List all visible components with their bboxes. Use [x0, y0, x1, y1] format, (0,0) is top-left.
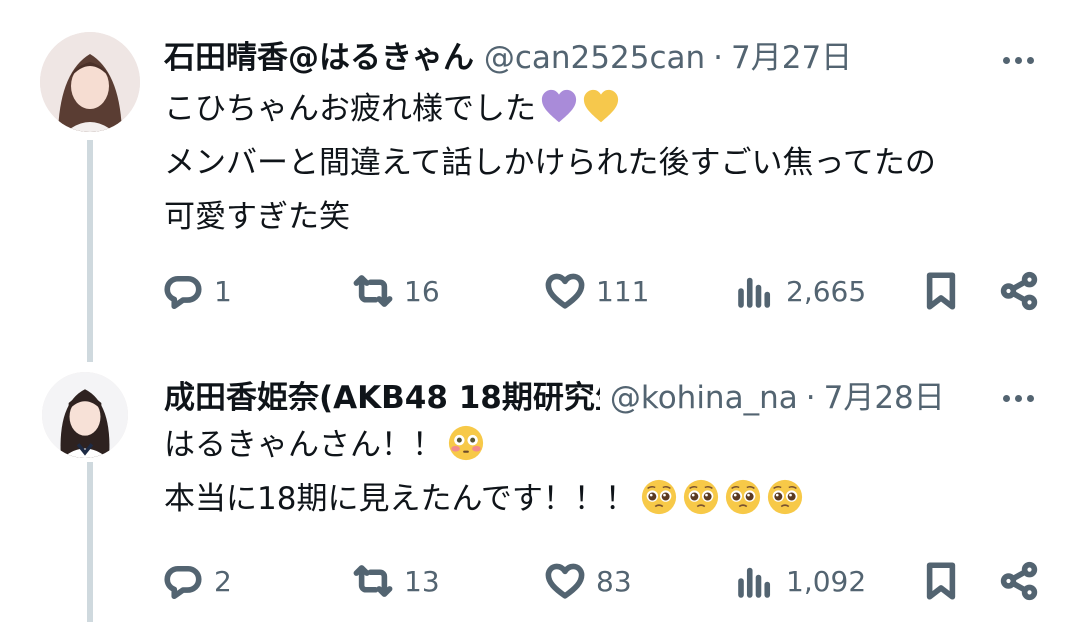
tweet-text-line-1: はるきゃんさん！！	[164, 427, 443, 463]
retweet-count: 13	[404, 564, 440, 598]
user-handle[interactable]: @kohina_na	[610, 380, 798, 416]
pleading-face-icon	[683, 479, 719, 515]
tweet-2[interactable]: 成田香姫奈(AKB48 18期研究生 @kohina_na · 7月28日 はるきゃ…	[0, 352, 1080, 622]
tweet-text: こひちゃんお疲れ様でした メンバーと間違えて話しかけられた後すごい焦ってたの 可…	[164, 82, 1040, 244]
share-icon	[1000, 271, 1038, 311]
avatar[interactable]	[42, 372, 128, 458]
share-button[interactable]	[998, 556, 1040, 606]
views-count: 1,092	[786, 564, 867, 598]
reply-count: 2	[214, 564, 232, 598]
separator-dot: ·	[805, 380, 816, 416]
bookmark-icon	[926, 272, 956, 310]
thread-line	[87, 462, 93, 622]
analytics-icon	[738, 277, 771, 308]
analytics-icon	[738, 567, 771, 598]
reply-icon	[164, 565, 202, 600]
share-icon	[1000, 561, 1038, 601]
reply-button[interactable]: 2	[162, 556, 232, 606]
reply-count: 1	[214, 274, 232, 308]
retweet-icon	[353, 275, 393, 307]
views-count: 2,665	[786, 274, 867, 308]
views-button[interactable]: 2,665	[734, 266, 866, 316]
like-count: 111	[596, 274, 650, 308]
heart-icon	[545, 563, 585, 599]
like-button[interactable]: 83	[544, 556, 632, 606]
bookmark-button[interactable]	[920, 556, 962, 606]
more-options-icon[interactable]	[1000, 42, 1036, 78]
tweet-date[interactable]: 7月27日	[731, 40, 852, 76]
views-button[interactable]: 1,092	[734, 556, 866, 606]
bookmark-icon	[926, 562, 956, 600]
purple-heart-icon	[541, 89, 577, 123]
action-bar: 1 16 111 2,665	[162, 266, 1040, 316]
retweet-button[interactable]: 16	[352, 266, 440, 316]
thread-line	[87, 140, 93, 362]
pleading-face-icon	[725, 479, 761, 515]
yellow-heart-icon	[583, 89, 619, 123]
reply-button[interactable]: 1	[162, 266, 232, 316]
user-handle[interactable]: @can2525can	[484, 40, 705, 76]
tweet-text-line-2: メンバーと間違えて話しかけられた後すごい焦ってたの	[164, 145, 936, 181]
avatar-photo	[42, 372, 128, 458]
tweet-date[interactable]: 7月28日	[824, 380, 945, 416]
retweet-count: 16	[404, 274, 440, 308]
more-options-icon[interactable]	[1000, 380, 1036, 416]
avatar-photo	[40, 32, 140, 132]
tweet-text: はるきゃんさん！！ 本当に18期に見えたんです！！！	[164, 418, 1040, 526]
tweet-header: 成田香姫奈(AKB48 18期研究生 @kohina_na · 7月28日	[164, 376, 960, 420]
share-button[interactable]	[998, 266, 1040, 316]
separator-dot: ·	[713, 40, 723, 76]
like-count: 83	[596, 564, 632, 598]
avatar[interactable]	[40, 32, 140, 132]
retweet-icon	[353, 565, 393, 597]
bookmark-button[interactable]	[920, 266, 962, 316]
reply-icon	[164, 275, 202, 310]
pleading-face-icon	[641, 479, 677, 515]
tweet-text-line-2: 本当に18期に見えたんです！！！	[164, 481, 636, 517]
tweet-header: 石田晴香@はるきゃん @can2525can · 7月27日	[164, 36, 960, 80]
display-name[interactable]: 石田晴香@はるきゃん	[164, 36, 474, 80]
action-bar: 2 13 83 1,092	[162, 556, 1040, 606]
like-button[interactable]: 111	[544, 266, 649, 316]
flushed-face-icon	[448, 425, 484, 461]
pleading-face-icon	[767, 479, 803, 515]
tweet-1[interactable]: 石田晴香@はるきゃん @can2525can · 7月27日 こひちゃんお疲れ様でし…	[0, 0, 1080, 362]
retweet-button[interactable]: 13	[352, 556, 440, 606]
heart-icon	[545, 273, 585, 309]
display-name[interactable]: 成田香姫奈(AKB48 18期研究生	[164, 376, 600, 420]
tweet-text-line-1: こひちゃんお疲れ様でした	[164, 91, 536, 127]
tweet-text-line-3: 可愛すぎた笑	[164, 199, 350, 235]
